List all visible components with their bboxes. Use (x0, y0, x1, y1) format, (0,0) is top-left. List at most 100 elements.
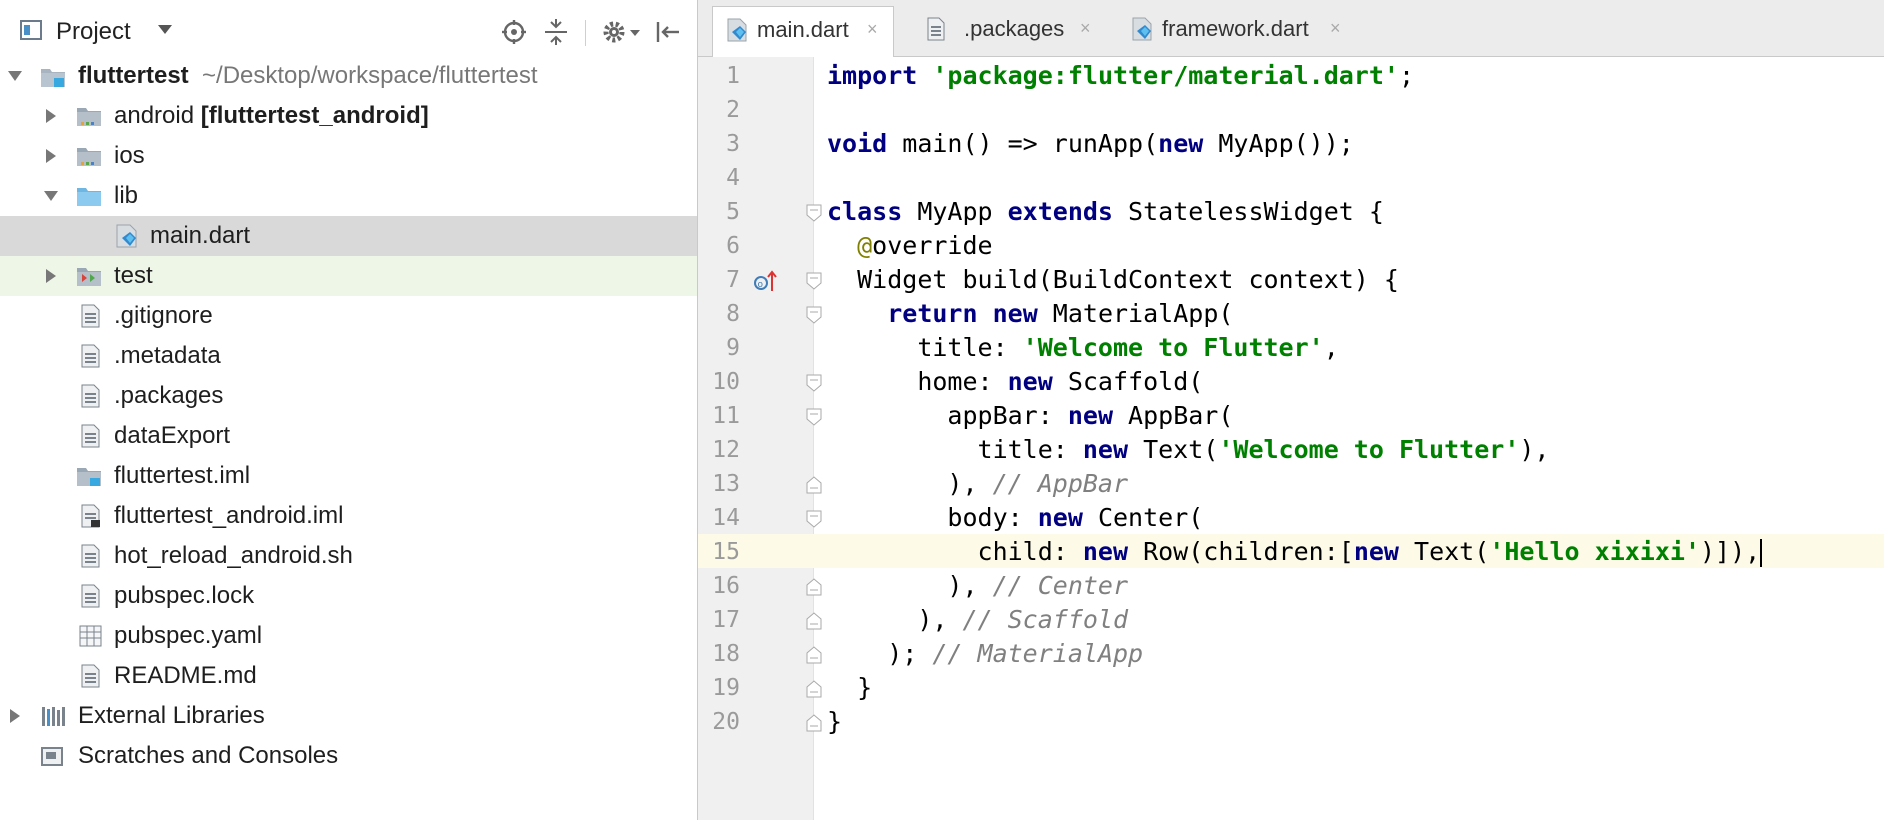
tree-item-fluttertest-iml[interactable]: fluttertest.iml (0, 456, 697, 496)
tree-item-lib[interactable]: lib (0, 176, 697, 216)
tree-item-label: main.dart (150, 222, 251, 249)
tree-item-android[interactable]: android [fluttertest_android] (0, 96, 697, 136)
fold-marker-icon[interactable] (806, 272, 822, 290)
tree-item-label: test (114, 262, 153, 289)
tree-item-external-libraries[interactable]: External Libraries (0, 696, 697, 736)
tree-item-pubspec-yaml[interactable]: pubspec.yaml (0, 616, 697, 656)
fold-marker-icon[interactable] (806, 510, 822, 528)
code-line-current: child: new Row(children:[new Text('Hello… (977, 537, 1763, 567)
project-header: Project (0, 6, 697, 54)
line-number: 20 (712, 709, 740, 735)
tree-item-main-dart[interactable]: main.dart (0, 216, 697, 256)
tree-item-readme[interactable]: README.md (0, 656, 697, 696)
dart-file-icon (1132, 17, 1152, 41)
yaml-file-icon (79, 625, 102, 647)
line-number: 7 (726, 267, 740, 293)
fold-end-marker-icon[interactable] (806, 612, 822, 630)
text-file-icon (81, 544, 100, 568)
fold-marker-icon[interactable] (806, 374, 822, 392)
line-number: 6 (726, 233, 740, 259)
folder-icon (77, 188, 101, 206)
folder-icon (77, 108, 101, 126)
text-file-icon (81, 344, 100, 368)
chevron-down-icon[interactable] (6, 67, 24, 85)
module-file-icon (81, 504, 100, 528)
chevron-right-icon[interactable] (42, 267, 60, 285)
close-icon[interactable]: × (1330, 18, 1341, 39)
tree-item-fluttertest[interactable]: fluttertest ~/Desktop/workspace/fluttert… (0, 56, 697, 96)
fold-marker-icon[interactable] (806, 408, 822, 426)
line-number: 10 (712, 369, 740, 395)
tab-label: main.dart (757, 17, 849, 42)
project-view-title[interactable]: Project (56, 18, 131, 46)
tree-item-metadata[interactable]: .metadata (0, 336, 697, 376)
tree-item-ios[interactable]: ios (0, 136, 697, 176)
project-view-icon[interactable] (20, 20, 44, 42)
tree-item-label: .gitignore (114, 302, 213, 329)
chevron-down-icon[interactable] (42, 187, 60, 205)
fold-marker-icon[interactable] (806, 204, 822, 222)
code-line: appBar: new AppBar( (947, 401, 1234, 430)
fold-end-marker-icon[interactable] (806, 476, 822, 494)
override-method-icon[interactable]: o (753, 269, 779, 293)
line-number: 11 (712, 403, 740, 429)
tree-item-label: ios (114, 142, 145, 169)
text-caret (1760, 539, 1763, 567)
svg-text:o: o (758, 280, 764, 290)
text-file-icon (81, 384, 100, 408)
tree-item-pubspec-lock[interactable]: pubspec.lock (0, 576, 697, 616)
chevron-down-icon[interactable] (158, 25, 172, 34)
tree-item-gitignore[interactable]: .gitignore (0, 296, 697, 336)
scratches-icon (41, 747, 63, 766)
tree-item-scratches[interactable]: Scratches and Consoles (0, 736, 697, 776)
line-number: 9 (726, 335, 740, 361)
editor-tab-bar: main.dart × .packages × framework.dart × (698, 0, 1884, 57)
fold-end-marker-icon[interactable] (806, 680, 822, 698)
tree-item-label: pubspec.lock (114, 582, 255, 609)
line-number: 8 (726, 301, 740, 327)
chevron-right-icon[interactable] (42, 147, 60, 165)
tree-item-test[interactable]: test (0, 256, 697, 296)
fold-end-marker-icon[interactable] (806, 714, 822, 732)
tree-item-label: External Libraries (78, 702, 265, 729)
collapse-all-icon[interactable] (542, 18, 570, 46)
code-line: ), // AppBar (947, 469, 1129, 498)
line-number: 16 (712, 573, 740, 599)
tab-framework-dart[interactable]: framework.dart × (1118, 6, 1353, 50)
line-number: 12 (712, 437, 740, 463)
code-line: } (857, 673, 873, 702)
code-line: class MyApp extends StatelessWidget { (827, 197, 1384, 226)
tree-item-label: pubspec.yaml (114, 622, 263, 649)
line-number: 19 (712, 675, 740, 701)
tab-main-dart[interactable]: main.dart × (712, 6, 894, 57)
text-file-icon (927, 17, 945, 41)
tree-item-hot-reload-sh[interactable]: hot_reload_android.sh (0, 536, 697, 576)
tree-item-packages[interactable]: .packages (0, 376, 697, 416)
text-file-icon (81, 584, 100, 608)
fold-end-marker-icon[interactable] (806, 578, 822, 596)
code-line: home: new Scaffold( (917, 367, 1204, 396)
tree-item-label: fluttertest.iml (114, 462, 251, 489)
tree-item-fluttertest-android-iml[interactable]: fluttertest_android.iml (0, 496, 697, 536)
locate-crosshair-icon[interactable] (500, 18, 528, 46)
close-icon[interactable]: × (1080, 18, 1091, 39)
fold-marker-icon[interactable] (806, 306, 822, 324)
gear-icon[interactable] (600, 18, 642, 46)
tab-packages[interactable]: .packages × (912, 6, 1102, 50)
code-line: ); // MaterialApp (887, 639, 1144, 668)
code-line: title: 'Welcome to Flutter', (917, 333, 1339, 362)
tree-item-label: fluttertest_android.iml (114, 502, 344, 529)
chevron-right-icon[interactable] (6, 707, 24, 725)
code-line: void main() => runApp(new MyApp()); (827, 129, 1354, 158)
tree-item-label: fluttertest (78, 62, 189, 89)
code-line: Widget build(BuildContext context) { (857, 265, 1399, 294)
code-line: body: new Center( (947, 503, 1204, 532)
tree-item-label: dataExport (114, 422, 231, 449)
close-icon[interactable]: × (867, 19, 878, 40)
hide-panel-icon[interactable] (654, 18, 682, 46)
tab-label: framework.dart (1162, 16, 1309, 41)
tree-item-dataexport[interactable]: dataExport (0, 416, 697, 456)
line-number: 13 (712, 471, 740, 497)
chevron-right-icon[interactable] (42, 107, 60, 125)
fold-end-marker-icon[interactable] (806, 646, 822, 664)
